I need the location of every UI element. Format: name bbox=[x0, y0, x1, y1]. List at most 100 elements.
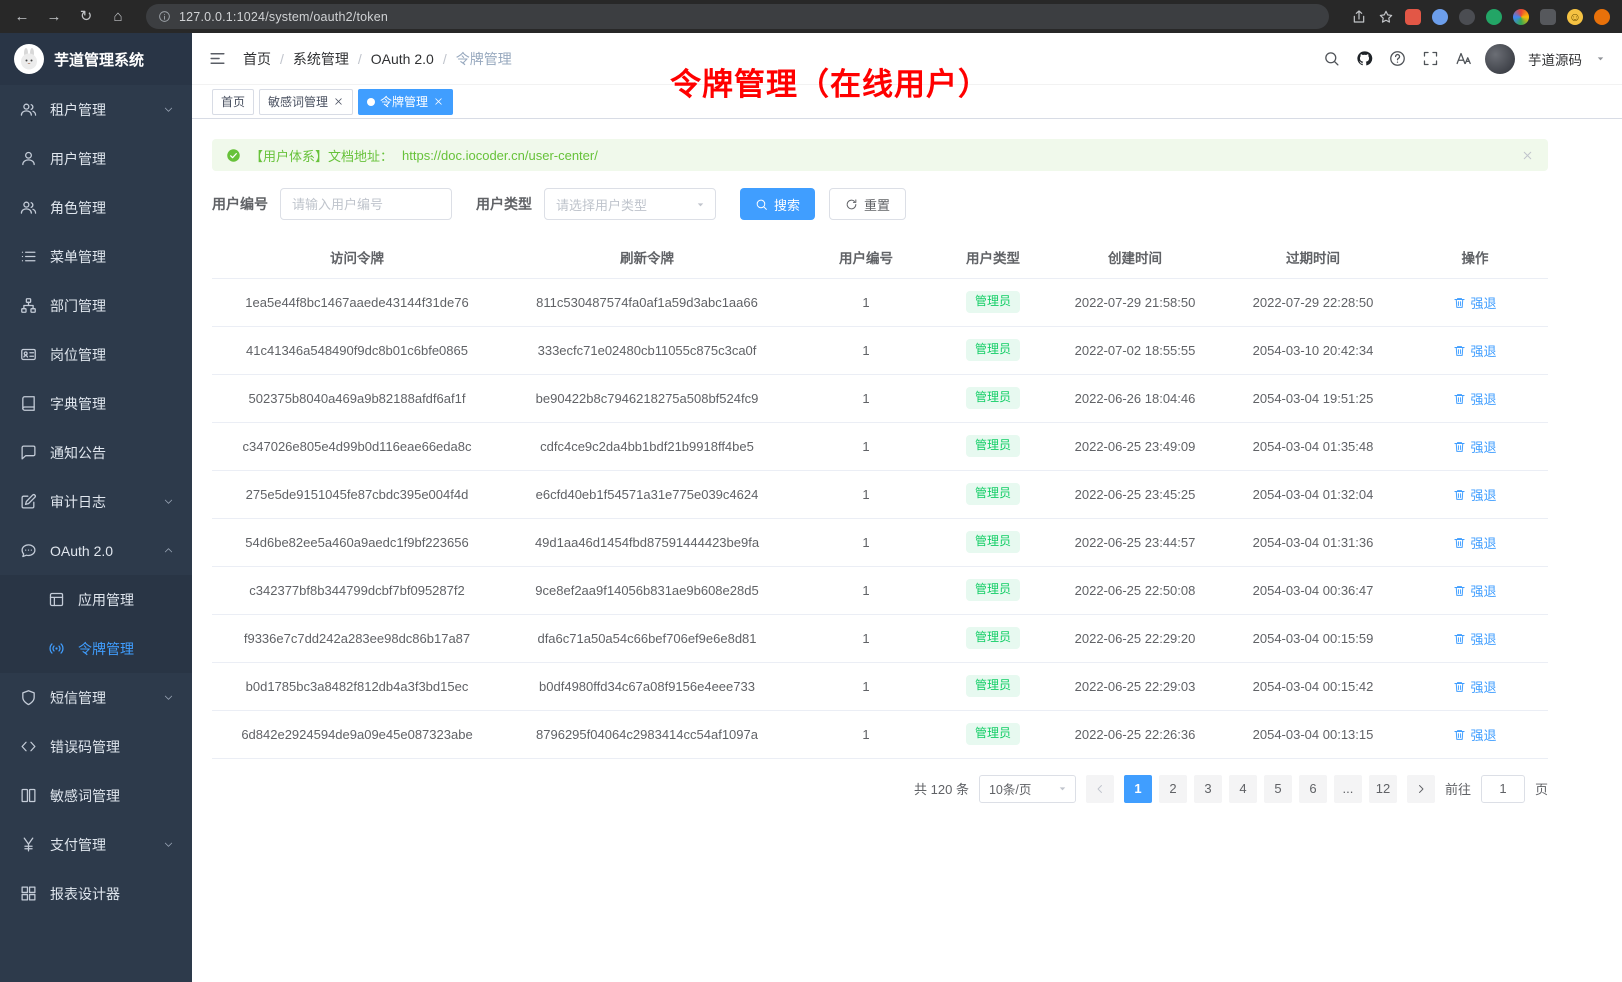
goto-unit-label: 页 bbox=[1535, 779, 1548, 798]
page-3-button[interactable]: 3 bbox=[1194, 775, 1222, 803]
search-button[interactable]: 搜索 bbox=[740, 188, 815, 220]
sidebar-item-label: 令牌管理 bbox=[78, 639, 134, 659]
page-4-button[interactable]: 4 bbox=[1229, 775, 1257, 803]
access-token-cell: c342377bf8b344799dcbf7bf095287f2 bbox=[212, 566, 502, 614]
refresh-token-cell: b0df4980ffd34c67a08f9156e4eee733 bbox=[502, 662, 792, 710]
fullscreen-icon[interactable] bbox=[1422, 50, 1439, 67]
ext-green-icon[interactable] bbox=[1486, 9, 1502, 25]
sidebar-item-label: OAuth 2.0 bbox=[50, 543, 113, 559]
goto-page-input[interactable] bbox=[1481, 775, 1525, 803]
sidebar-item-report[interactable]: 报表设计器 bbox=[0, 869, 192, 918]
menu-icon[interactable] bbox=[1594, 9, 1610, 25]
force-logout-button[interactable]: 强退 bbox=[1453, 629, 1496, 648]
search-icon[interactable] bbox=[1323, 50, 1340, 67]
collapse-sidebar-icon[interactable] bbox=[208, 49, 227, 68]
header-icons bbox=[1323, 50, 1472, 67]
force-logout-button[interactable]: 强退 bbox=[1453, 485, 1496, 504]
page-size-select[interactable]: 10条/页 bbox=[979, 775, 1076, 803]
user-id-label: 用户编号 bbox=[212, 194, 268, 214]
user-type-cell: 管理员 bbox=[940, 470, 1046, 518]
doc-link[interactable]: https://doc.iocoder.cn/user-center/ bbox=[402, 148, 598, 163]
prev-page-button[interactable] bbox=[1086, 775, 1114, 803]
force-logout-button[interactable]: 强退 bbox=[1453, 341, 1496, 360]
force-logout-button[interactable]: 强退 bbox=[1453, 581, 1496, 600]
reload-button[interactable]: ↻ bbox=[76, 0, 96, 33]
sidebar-item-role[interactable]: 角色管理 bbox=[0, 183, 192, 232]
sidebar-item-notice[interactable]: 通知公告 bbox=[0, 428, 192, 477]
tab-close-icon[interactable] bbox=[333, 96, 344, 107]
more-pages-button[interactable]: ... bbox=[1334, 775, 1362, 803]
sidebar-item-user[interactable]: 用户管理 bbox=[0, 134, 192, 183]
sidebar-item-pay[interactable]: 支付管理 bbox=[0, 820, 192, 869]
breadcrumb-item[interactable]: OAuth 2.0 bbox=[371, 51, 434, 67]
sidebar-item-audit[interactable]: 审计日志 bbox=[0, 477, 192, 526]
expire-time-cell: 2054-03-04 00:36:47 bbox=[1224, 566, 1402, 614]
sidebar-item-sms[interactable]: 短信管理 bbox=[0, 673, 192, 722]
tab-close-icon[interactable] bbox=[433, 96, 444, 107]
ext-dark-icon[interactable] bbox=[1459, 9, 1475, 25]
user-id-input[interactable] bbox=[280, 188, 452, 220]
user-type-cell: 管理员 bbox=[940, 326, 1046, 374]
sidebar-item-sensitive[interactable]: 敏感词管理 bbox=[0, 771, 192, 820]
next-page-button[interactable] bbox=[1407, 775, 1435, 803]
user-menu-caret-icon[interactable] bbox=[1595, 53, 1606, 64]
font-size-icon[interactable] bbox=[1455, 50, 1472, 67]
sidebar-item-app[interactable]: 应用管理 bbox=[0, 575, 192, 624]
sidebar-item-dept[interactable]: 部门管理 bbox=[0, 281, 192, 330]
page-12-button[interactable]: 12 bbox=[1369, 775, 1397, 803]
ext-multi-icon[interactable] bbox=[1513, 9, 1529, 25]
breadcrumb-item[interactable]: 系统管理 bbox=[293, 49, 349, 69]
sidebar-item-label: 支付管理 bbox=[50, 835, 106, 855]
site-info-icon[interactable] bbox=[158, 10, 171, 23]
user-name[interactable]: 芋道源码 bbox=[1528, 49, 1582, 69]
force-logout-button[interactable]: 强退 bbox=[1453, 293, 1496, 312]
column-header: 操作 bbox=[1402, 236, 1548, 278]
access-token-cell: 41c41346a548490f9dc8b01c6bfe0865 bbox=[212, 326, 502, 374]
sidebar-item-dict[interactable]: 字典管理 bbox=[0, 379, 192, 428]
user-type-cell: 管理员 bbox=[940, 566, 1046, 614]
tab-sensitive-word[interactable]: 敏感词管理 bbox=[259, 89, 353, 115]
github-icon[interactable] bbox=[1356, 50, 1373, 67]
logo[interactable]: 芋道管理系统 bbox=[0, 33, 192, 85]
alert-text: 【用户体系】文档地址： bbox=[250, 146, 393, 165]
ext-square-icon[interactable] bbox=[1540, 9, 1556, 25]
tab-home[interactable]: 首页 bbox=[212, 89, 254, 115]
force-logout-button[interactable]: 强退 bbox=[1453, 533, 1496, 552]
force-logout-button[interactable]: 强退 bbox=[1453, 437, 1496, 456]
alert-close-icon[interactable] bbox=[1521, 149, 1534, 162]
back-button[interactable]: ← bbox=[12, 0, 32, 33]
page-2-button[interactable]: 2 bbox=[1159, 775, 1187, 803]
sidebar-item-errcode[interactable]: 错误码管理 bbox=[0, 722, 192, 771]
share-icon[interactable] bbox=[1351, 9, 1367, 25]
action-cell: 强退 bbox=[1402, 278, 1548, 326]
page-6-button[interactable]: 6 bbox=[1299, 775, 1327, 803]
profile-avatar-icon[interactable]: ☺ bbox=[1567, 9, 1583, 25]
ext-blue-icon[interactable] bbox=[1432, 9, 1448, 25]
breadcrumb-separator: / bbox=[443, 51, 447, 67]
page-1-button[interactable]: 1 bbox=[1124, 775, 1152, 803]
tab-token[interactable]: 令牌管理 bbox=[358, 89, 453, 115]
action-cell: 强退 bbox=[1402, 374, 1548, 422]
force-logout-button[interactable]: 强退 bbox=[1453, 725, 1496, 744]
sidebar-item-token[interactable]: 令牌管理 bbox=[0, 624, 192, 673]
sidebar-item-menu[interactable]: 菜单管理 bbox=[0, 232, 192, 281]
user-avatar[interactable] bbox=[1485, 44, 1515, 74]
table-row: f9336e7c7dd242a283ee98dc86b17a87dfa6c71a… bbox=[212, 614, 1548, 662]
question-icon[interactable] bbox=[1389, 50, 1406, 67]
home-button[interactable]: ⌂ bbox=[108, 0, 128, 33]
refresh-token-cell: 49d1aa46d1454fbd87591444423be9fa bbox=[502, 518, 792, 566]
force-logout-button[interactable]: 强退 bbox=[1453, 389, 1496, 408]
sidebar-item-post[interactable]: 岗位管理 bbox=[0, 330, 192, 379]
user-type-select[interactable]: 请选择用户类型 bbox=[544, 188, 716, 220]
page-5-button[interactable]: 5 bbox=[1264, 775, 1292, 803]
breadcrumb-item[interactable]: 首页 bbox=[243, 49, 271, 69]
ext-red-icon[interactable] bbox=[1405, 9, 1421, 25]
forward-button[interactable]: → bbox=[44, 0, 64, 33]
sidebar-item-oauth2[interactable]: OAuth 2.0 bbox=[0, 526, 192, 575]
bookmark-icon[interactable] bbox=[1378, 9, 1394, 25]
sidebar-item-tenant[interactable]: 租户管理 bbox=[0, 85, 192, 134]
user-type-label: 用户类型 bbox=[476, 194, 532, 214]
force-logout-button[interactable]: 强退 bbox=[1453, 677, 1496, 696]
url-bar[interactable]: 127.0.0.1:1024/system/oauth2/token bbox=[146, 4, 1329, 29]
reset-button[interactable]: 重置 bbox=[829, 188, 906, 220]
